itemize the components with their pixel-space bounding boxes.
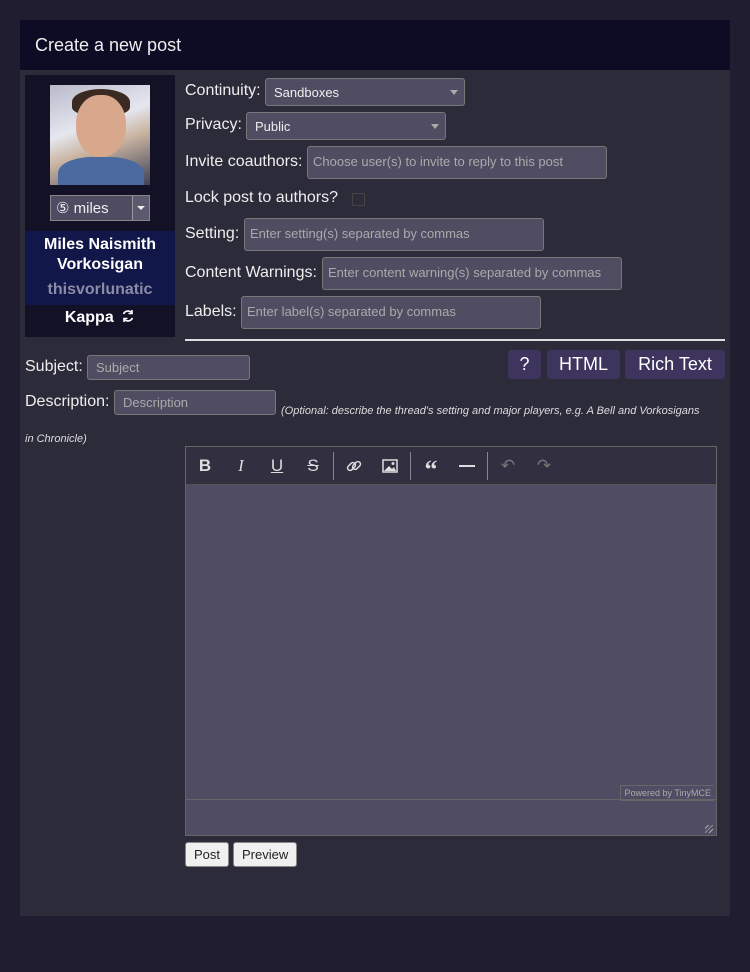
blockquote-icon[interactable]: “ xyxy=(420,455,442,484)
lock-label: Lock post to authors? xyxy=(185,189,338,206)
continuity-label: Continuity: xyxy=(185,82,261,99)
italic-icon[interactable]: I xyxy=(230,455,252,477)
character-name-block: Miles Naismith Vorkosigan thisvorlunatic xyxy=(25,231,175,305)
editor-statusbar xyxy=(186,799,716,836)
continuity-select[interactable]: Sandboxes xyxy=(265,78,465,106)
redo-icon[interactable]: ↷ xyxy=(533,455,555,477)
warnings-label: Content Warnings: xyxy=(185,264,317,281)
chevron-down-icon xyxy=(431,124,439,129)
labels-input[interactable]: Enter label(s) separated by commas xyxy=(241,296,541,329)
refresh-icon[interactable] xyxy=(121,309,135,323)
rich-text-mode-button[interactable]: Rich Text xyxy=(625,350,725,379)
privacy-value: Public xyxy=(255,119,291,134)
character-board: Kappa xyxy=(25,309,175,327)
avatar[interactable] xyxy=(50,85,150,185)
undo-icon[interactable]: ↶ xyxy=(497,455,519,477)
setting-input[interactable]: Enter setting(s) separated by commas xyxy=(244,218,544,251)
subject-input[interactable]: Subject xyxy=(87,355,250,380)
coauthors-input[interactable]: Choose user(s) to invite to reply to thi… xyxy=(307,146,607,179)
resize-handle-icon[interactable] xyxy=(705,825,713,833)
new-post-panel: Create a new post ⑤ miles Miles Naismith… xyxy=(20,20,730,916)
character-name: Miles Naismith Vorkosigan xyxy=(43,236,157,273)
image-icon[interactable] xyxy=(379,455,401,477)
setting-label: Setting: xyxy=(185,225,240,242)
page-header: Create a new post xyxy=(20,20,730,70)
chevron-down-icon[interactable] xyxy=(132,196,149,220)
preview-button[interactable]: Preview xyxy=(233,842,298,867)
alias-value: ⑤ miles xyxy=(56,200,109,217)
alias-select[interactable]: ⑤ miles xyxy=(50,195,150,221)
warnings-input[interactable]: Enter content warning(s) separated by co… xyxy=(322,257,622,290)
labels-label: Labels: xyxy=(185,303,237,320)
page-title: Create a new post xyxy=(35,35,182,55)
link-icon[interactable] xyxy=(343,455,365,477)
underline-icon[interactable]: U xyxy=(266,455,288,477)
description-note-text: (Optional: describe the thread's setting… xyxy=(25,405,700,445)
html-mode-button[interactable]: HTML xyxy=(547,350,620,379)
post-button[interactable]: Post xyxy=(185,842,230,867)
divider xyxy=(185,339,725,341)
subject-label: Subject: xyxy=(25,358,83,375)
continuity-value: Sandboxes xyxy=(274,85,340,100)
strikethrough-icon[interactable]: S xyxy=(302,455,324,477)
board-name: Kappa xyxy=(64,309,114,326)
help-button[interactable]: ? xyxy=(508,350,541,379)
coauthors-label: Invite coauthors: xyxy=(185,153,303,170)
rich-text-editor[interactable]: B I U S “ ↶ ↷ Powered by TinyMCE xyxy=(185,446,717,836)
privacy-label: Privacy: xyxy=(185,116,242,133)
privacy-select[interactable]: Public xyxy=(246,112,446,140)
bold-icon[interactable]: B xyxy=(194,455,216,477)
lock-checkbox[interactable] xyxy=(352,193,365,206)
chevron-down-icon xyxy=(450,90,458,95)
character-card: ⑤ miles Miles Naismith Vorkosigan thisvo… xyxy=(25,75,175,337)
editor-toolbar: B I U S “ ↶ ↷ xyxy=(186,447,716,485)
character-username[interactable]: thisvorlunatic xyxy=(25,281,175,299)
horizontal-rule-icon[interactable] xyxy=(456,455,478,477)
description-note: (Optional: describe the thread's setting… xyxy=(25,397,705,453)
